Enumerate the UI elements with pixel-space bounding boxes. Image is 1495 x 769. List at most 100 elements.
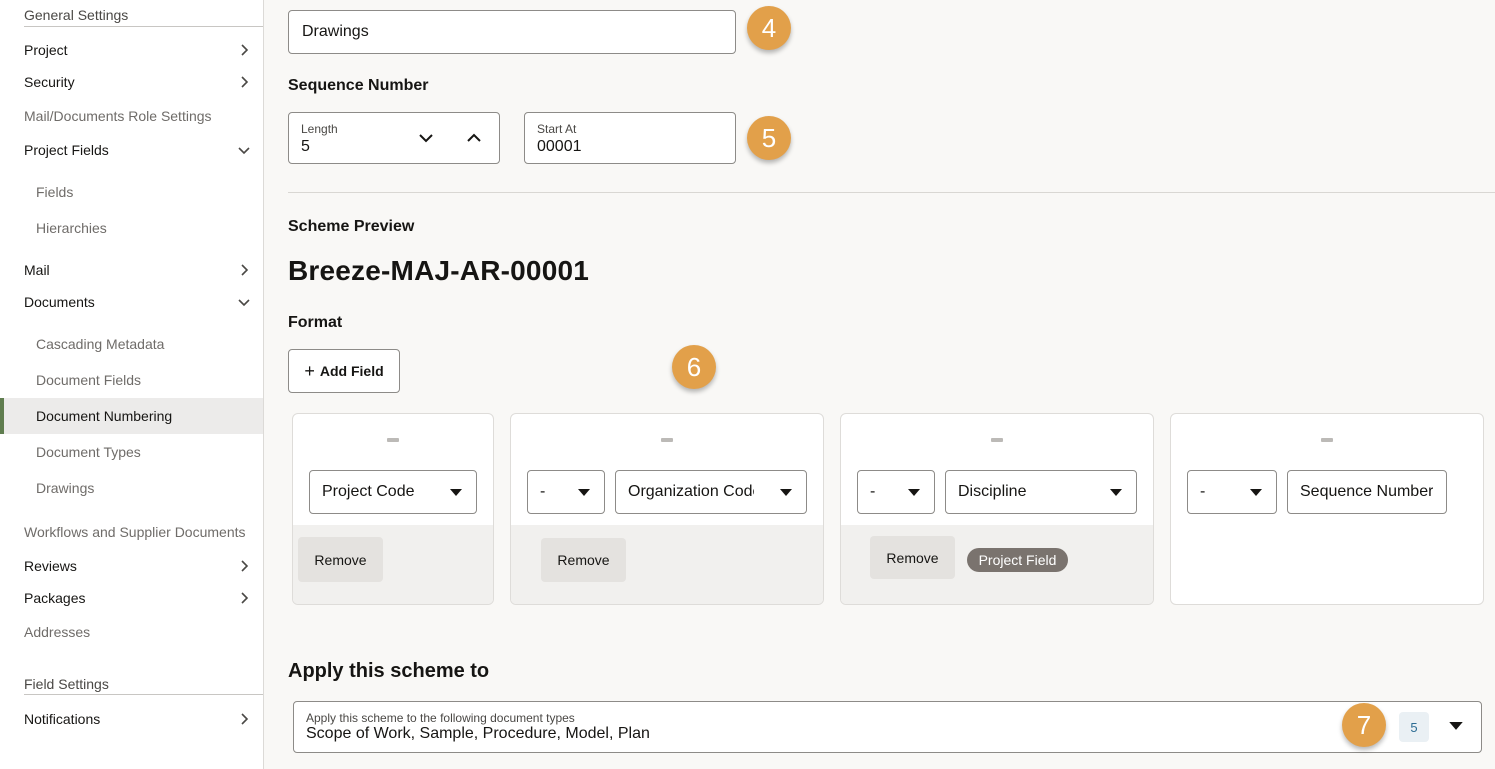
sidebar-item-label: Addresses <box>24 624 91 640</box>
select-value: Organization Code <box>628 483 754 500</box>
scheme-name-value: Drawings <box>302 23 369 40</box>
chevron-right-icon <box>237 75 251 89</box>
chevron-down-icon[interactable] <box>418 131 434 143</box>
sidebar-section-general-settings: General Settings <box>24 7 129 23</box>
caret-down-icon <box>780 489 792 496</box>
chevron-right-icon <box>237 591 251 605</box>
callout-badge-6: 6 <box>672 345 716 389</box>
document-numbering-panel: Drawings 4 Sequence Number Length 5 Star… <box>264 0 1495 769</box>
separator-select[interactable]: - <box>527 470 605 514</box>
sidebar-item-label: Mail/Documents Role Settings <box>24 108 212 124</box>
caret-down-icon <box>578 489 590 496</box>
select-value: - <box>1200 483 1206 500</box>
add-field-button[interactable]: + Add Field <box>288 349 400 393</box>
sidebar-item-fields[interactable]: Fields <box>0 176 263 208</box>
document-types-multiselect[interactable]: Apply this scheme to the following docum… <box>293 701 1482 753</box>
select-value: Sequence Number <box>1300 483 1434 500</box>
sidebar-item-reviews[interactable]: Reviews <box>0 550 263 582</box>
length-stepper[interactable]: Length 5 <box>288 112 500 164</box>
sidebar-item-document-fields[interactable]: Document Fields <box>0 364 263 396</box>
sidebar-item-label: Packages <box>24 590 86 606</box>
select-value: Discipline <box>958 483 1027 500</box>
format-heading: Format <box>288 314 343 331</box>
selected-count-badge: 5 <box>1399 712 1429 742</box>
field-select-project-code[interactable]: Project Code <box>309 470 477 514</box>
sidebar-item-label: Hierarchies <box>36 220 107 236</box>
chevron-up-icon[interactable] <box>466 131 482 143</box>
sidebar-item-addresses[interactable]: Addresses <box>0 616 263 648</box>
sidebar-item-mail-documents-role-settings[interactable]: Mail/Documents Role Settings <box>0 100 263 132</box>
sidebar-section-divider <box>24 26 263 27</box>
drag-handle-icon[interactable] <box>387 438 399 442</box>
settings-sidebar: General Settings Project Security Mail/D… <box>0 0 264 769</box>
chevron-right-icon <box>237 43 251 57</box>
sidebar-item-label: Document Types <box>36 444 141 460</box>
select-value: Project Code <box>322 483 415 500</box>
caret-down-icon <box>1110 489 1122 496</box>
sidebar-item-label: Drawings <box>36 480 95 496</box>
remove-button[interactable]: Remove <box>298 537 383 582</box>
sidebar-item-project[interactable]: Project <box>0 34 263 66</box>
drag-handle-icon[interactable] <box>661 438 673 442</box>
sidebar-item-project-fields[interactable]: Project Fields <box>0 134 263 166</box>
sequence-number-heading: Sequence Number <box>288 77 429 94</box>
sidebar-item-mail[interactable]: Mail <box>0 254 263 286</box>
chevron-right-icon <box>237 263 251 277</box>
sidebar-item-label: Project <box>24 42 68 58</box>
sidebar-item-notifications[interactable]: Notifications <box>0 703 263 735</box>
sidebar-item-label: Project Fields <box>24 142 109 158</box>
sidebar-item-label: Document Numbering <box>36 408 173 424</box>
section-divider <box>288 192 1495 193</box>
callout-badge-4: 4 <box>747 6 791 50</box>
separator-select[interactable]: - <box>857 470 935 514</box>
drag-handle-icon[interactable] <box>991 438 1003 442</box>
chevron-right-icon <box>237 559 251 573</box>
sidebar-item-document-numbering[interactable]: Document Numbering <box>0 398 263 434</box>
plus-icon: + <box>304 360 315 381</box>
sidebar-item-label: Document Fields <box>36 372 142 388</box>
sidebar-item-security[interactable]: Security <box>0 66 263 98</box>
sidebar-item-documents[interactable]: Documents <box>0 286 263 318</box>
remove-button[interactable]: Remove <box>541 538 626 582</box>
caret-down-icon <box>1250 489 1262 496</box>
callout-badge-5: 5 <box>747 116 791 160</box>
start-at-input[interactable]: Start At 00001 <box>524 112 736 164</box>
callout-badge-7: 7 <box>1342 703 1386 747</box>
drag-handle-icon[interactable] <box>1321 438 1333 442</box>
sidebar-item-hierarchies[interactable]: Hierarchies <box>0 212 263 244</box>
sidebar-item-label: Security <box>24 74 75 90</box>
sidebar-item-label: Mail <box>24 262 50 278</box>
sidebar-item-label: Notifications <box>24 711 101 727</box>
chevron-down-icon <box>237 143 251 157</box>
select-value: - <box>540 483 546 500</box>
sidebar-item-cascading-metadata[interactable]: Cascading Metadata <box>0 328 263 360</box>
apply-scheme-heading: Apply this scheme to <box>288 660 490 682</box>
length-label: Length <box>301 122 338 136</box>
caret-down-icon[interactable] <box>1449 722 1463 731</box>
sidebar-item-label: Workflows and Supplier Documents <box>24 524 246 540</box>
scheme-name-input[interactable]: Drawings <box>288 10 736 54</box>
caret-down-icon <box>908 489 920 496</box>
sidebar-item-label: Reviews <box>24 558 77 574</box>
select-value: - <box>870 483 876 500</box>
sidebar-item-workflows-supplier-documents[interactable]: Workflows and Supplier Documents <box>0 516 263 548</box>
remove-button[interactable]: Remove <box>870 536 955 579</box>
separator-select[interactable]: - <box>1187 470 1277 514</box>
sidebar-item-label: Documents <box>24 294 95 310</box>
field-select-discipline[interactable]: Discipline <box>945 470 1137 514</box>
document-types-value: Scope of Work, Sample, Procedure, Model,… <box>306 725 650 742</box>
chevron-down-icon <box>237 295 251 309</box>
sidebar-item-document-types[interactable]: Document Types <box>0 436 263 468</box>
length-value: 5 <box>301 138 310 155</box>
sidebar-item-drawings[interactable]: Drawings <box>0 472 263 504</box>
field-select-organization-code[interactable]: Organization Code <box>615 470 807 514</box>
document-types-label: Apply this scheme to the following docum… <box>306 711 575 725</box>
scheme-preview-value: Breeze-MAJ-AR-00001 <box>288 255 590 286</box>
sidebar-section-field-settings: Field Settings <box>24 676 109 692</box>
scheme-preview-heading: Scheme Preview <box>288 218 415 235</box>
start-at-label: Start At <box>537 122 577 136</box>
project-field-tag: Project Field <box>967 548 1068 572</box>
start-at-value: 00001 <box>537 138 582 155</box>
sidebar-item-packages[interactable]: Packages <box>0 582 263 614</box>
caret-down-icon <box>450 489 462 496</box>
